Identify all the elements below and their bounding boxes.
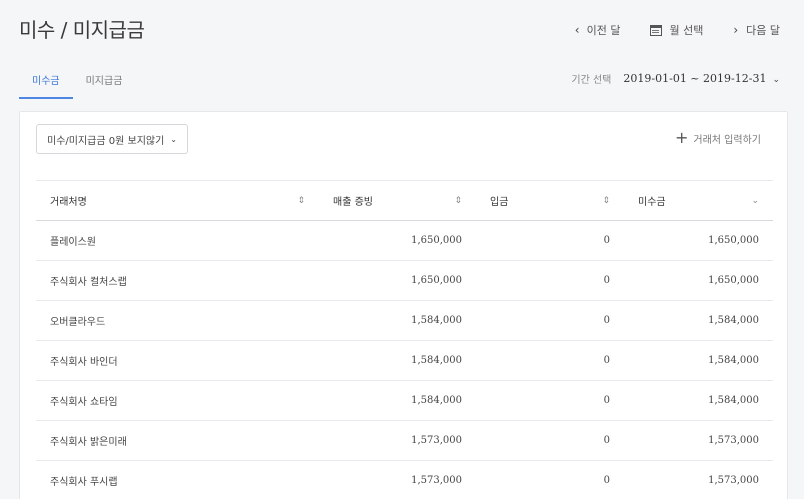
receivable-cell: 1,573,000 <box>624 460 773 499</box>
chevron-down-icon: ⌄ <box>772 75 780 85</box>
sales-evidence-cell: 1,584,000 <box>319 340 476 381</box>
tab-receivables[interactable]: 미수금 <box>19 64 73 99</box>
receivables-table: 거래처명 ⇕ 매출 증빙 ⇕ 입금 ⇕ 미수금 ⌄ 플레이스원 1,650,000 0 1,6… <box>36 180 773 499</box>
next-month-label: 다음 달 <box>746 24 780 37</box>
table-row[interactable]: 오버클라우드 1,584,000 0 1,584,000 <box>36 300 773 341</box>
client-name-cell: 주식회사 푸시랩 <box>36 460 319 499</box>
column-header-client[interactable]: 거래처명 ⇕ <box>36 180 319 221</box>
sort-icon: ⇕ <box>454 195 462 206</box>
period-dropdown[interactable]: 2019-01-01 ~ 2019-12-31 ⌄ <box>623 72 780 85</box>
column-header-label: 미수금 <box>638 197 666 208</box>
client-name-cell: 플레이스원 <box>36 220 319 261</box>
period-value: 2019-01-01 ~ 2019-12-31 <box>623 72 767 85</box>
receivable-cell: 1,584,000 <box>624 380 773 421</box>
page-title: 미수 / 미지급금 <box>19 18 145 42</box>
add-client-label: 거래처 입력하기 <box>693 134 761 146</box>
month-select-label: 월 선택 <box>669 24 704 37</box>
column-header-deposit[interactable]: 입금 ⇕ <box>476 180 624 221</box>
next-month-button[interactable]: › 다음 달 <box>733 22 780 38</box>
deposit-cell: 0 <box>476 260 624 301</box>
month-select-button[interactable]: 월 선택 <box>650 22 703 38</box>
add-client-button[interactable]: + 거래처 입력하기 <box>675 130 761 146</box>
deposit-cell: 0 <box>476 340 624 381</box>
client-name-cell: 오버클라우드 <box>36 300 319 341</box>
zero-filter-label: 미수/미지급금 0원 보지않기 <box>47 135 165 147</box>
period-selector: 기간 선택 2019-01-01 ~ 2019-12-31 ⌄ <box>571 71 780 86</box>
chevron-down-icon: ⌄ <box>170 134 177 144</box>
table-row[interactable]: 주식회사 밝은미래 1,573,000 0 1,573,000 <box>36 420 773 461</box>
column-header-label: 거래처명 <box>50 197 87 208</box>
column-header-label: 매출 증빙 <box>333 197 373 208</box>
sales-evidence-cell: 1,573,000 <box>319 460 476 499</box>
month-navigation: ‹ 이전 달 월 선택 › 다음 달 <box>575 22 780 38</box>
prev-month-button[interactable]: ‹ 이전 달 <box>575 22 621 38</box>
table-row[interactable]: 주식회사 바인더 1,584,000 0 1,584,000 <box>36 340 773 381</box>
deposit-cell: 0 <box>476 460 624 499</box>
sort-icon: ⇕ <box>602 195 610 206</box>
prev-month-label: 이전 달 <box>586 24 621 37</box>
sort-desc-icon: ⌄ <box>751 195 759 206</box>
deposit-cell: 0 <box>476 380 624 421</box>
sort-icon: ⇕ <box>297 195 305 206</box>
table-row[interactable]: 주식회사 컬처스랩 1,650,000 0 1,650,000 <box>36 260 773 301</box>
receivable-cell: 1,650,000 <box>624 260 773 301</box>
receivables-card: 미수/미지급금 0원 보지않기 ⌄ + 거래처 입력하기 거래처명 ⇕ 매출 증빙… <box>19 111 788 499</box>
receivable-cell: 1,573,000 <box>624 420 773 461</box>
period-label: 기간 선택 <box>571 75 612 86</box>
sales-evidence-cell: 1,650,000 <box>319 220 476 261</box>
sales-evidence-cell: 1,584,000 <box>319 380 476 421</box>
deposit-cell: 0 <box>476 220 624 261</box>
client-name-cell: 주식회사 밝은미래 <box>36 420 319 461</box>
receivable-cell: 1,584,000 <box>624 340 773 381</box>
chevron-left-icon: ‹ <box>574 23 580 37</box>
column-header-label: 입금 <box>490 197 509 208</box>
sales-evidence-cell: 1,573,000 <box>319 420 476 461</box>
receivable-cell: 1,584,000 <box>624 300 773 341</box>
calendar-icon <box>650 24 663 36</box>
column-header-sales-evidence[interactable]: 매출 증빙 ⇕ <box>319 180 476 221</box>
receivable-cell: 1,650,000 <box>624 220 773 261</box>
table-row[interactable]: 주식회사 푸시랩 1,573,000 0 1,573,000 <box>36 460 773 499</box>
sales-evidence-cell: 1,650,000 <box>319 260 476 301</box>
tab-payables[interactable]: 미지급금 <box>73 64 136 99</box>
client-name-cell: 주식회사 쇼타임 <box>36 380 319 421</box>
zero-filter-dropdown[interactable]: 미수/미지급금 0원 보지않기 ⌄ <box>36 124 188 154</box>
tab-bar: 미수금 미지급금 <box>19 64 135 99</box>
client-name-cell: 주식회사 바인더 <box>36 340 319 381</box>
sales-evidence-cell: 1,584,000 <box>319 300 476 341</box>
client-name-cell: 주식회사 컬처스랩 <box>36 260 319 301</box>
column-header-receivable[interactable]: 미수금 ⌄ <box>624 180 773 221</box>
deposit-cell: 0 <box>476 300 624 341</box>
deposit-cell: 0 <box>476 420 624 461</box>
table-row[interactable]: 주식회사 쇼타임 1,584,000 0 1,584,000 <box>36 380 773 421</box>
table-row[interactable]: 플레이스원 1,650,000 0 1,650,000 <box>36 220 773 261</box>
chevron-right-icon: › <box>733 23 739 37</box>
plus-icon: + <box>675 128 689 147</box>
table-header-row: 거래처명 ⇕ 매출 증빙 ⇕ 입금 ⇕ 미수금 ⌄ <box>36 180 773 221</box>
